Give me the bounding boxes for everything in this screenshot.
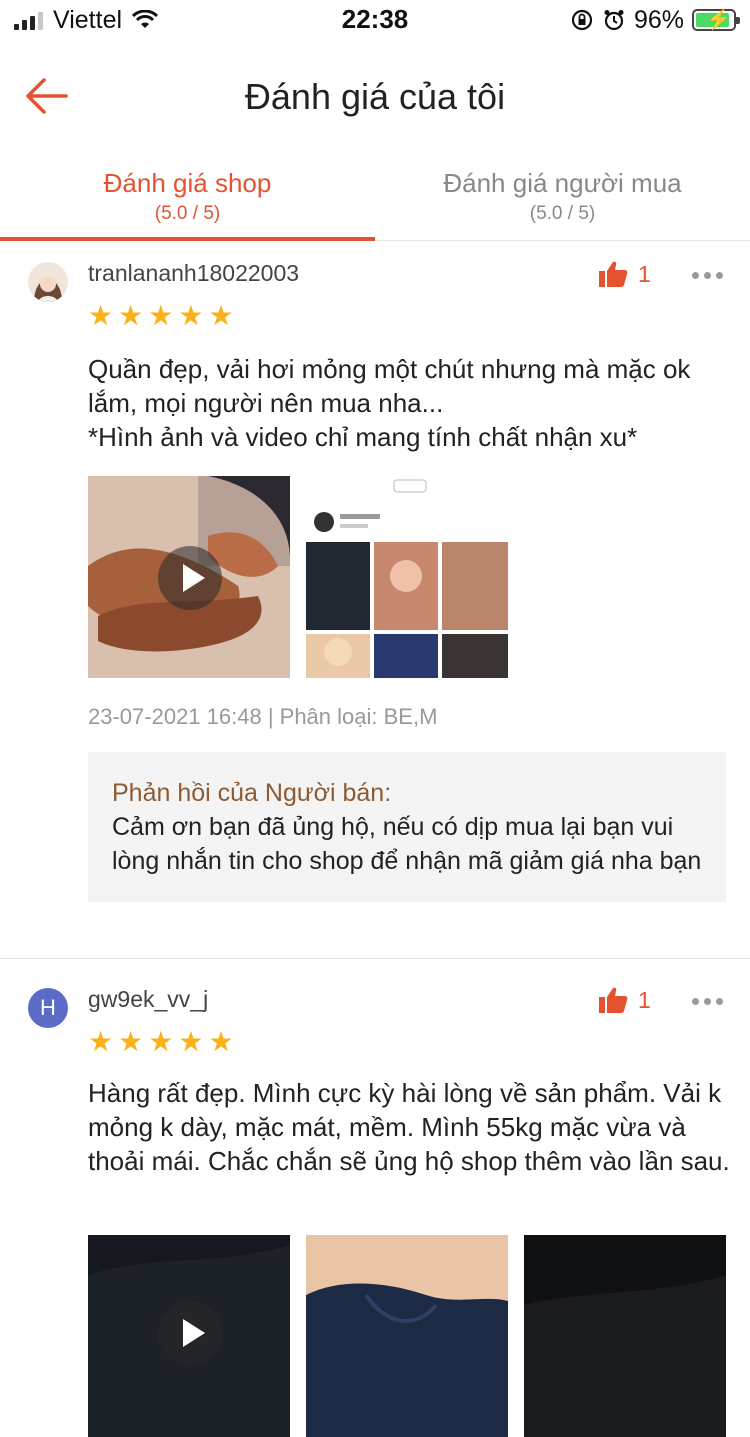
tab-rating: (5.0 / 5) [154, 203, 221, 224]
tab-label: Đánh giá người mua [443, 168, 682, 198]
review-image-thumbnail[interactable] [524, 1235, 726, 1437]
battery-icon: ⚡ [692, 9, 740, 31]
more-options-icon[interactable] [692, 272, 723, 279]
review-media [88, 476, 508, 678]
rotation-lock-icon [571, 9, 593, 31]
star-icon: ★ [178, 1026, 204, 1057]
alarm-icon [604, 10, 624, 31]
avatar[interactable] [28, 262, 68, 302]
page-title: Đánh giá của tôi [244, 76, 506, 117]
star-icon: ★ [178, 300, 204, 331]
star-icon: ★ [148, 300, 174, 331]
active-tab-indicator [0, 237, 375, 241]
star-rating: ★ ★ ★ ★ ★ [88, 302, 234, 330]
navigation-bar: Đánh giá của tôi [0, 40, 750, 150]
review-video-thumbnail[interactable] [88, 476, 290, 678]
star-icon: ★ [208, 1026, 234, 1057]
like-count: 1 [638, 260, 651, 287]
review-image-thumbnail[interactable] [306, 1235, 508, 1437]
review-text: *Hình ảnh và video chỉ mang tính chất nh… [88, 422, 638, 452]
star-icon: ★ [88, 300, 114, 331]
star-icon: ★ [118, 300, 144, 331]
reviewer-username: tranlananh18022003 [88, 260, 300, 286]
review-image-thumbnail[interactable] [306, 476, 508, 678]
tab-bar: Đánh giá shop (5.0 / 5) Đánh giá người m… [0, 150, 750, 241]
play-icon [158, 1301, 222, 1365]
review-meta: 23-07-2021 16:48 | Phân loại: BE,M [88, 704, 438, 729]
tab-buyer-reviews[interactable]: Đánh giá người mua (5.0 / 5) [375, 150, 750, 240]
status-bar: Viettel 22:38 96% ⚡ [0, 0, 750, 40]
more-options-icon[interactable] [692, 998, 723, 1005]
like-button[interactable]: 1 [598, 986, 651, 1014]
review-content: Quần đẹp, vải hơi mỏng một chút nhưng mà… [88, 352, 733, 454]
thumbs-up-icon [599, 261, 628, 287]
avatar[interactable]: H [28, 988, 68, 1028]
seller-reply-title: Phản hồi của Người bán: [112, 779, 392, 807]
star-icon: ★ [208, 300, 234, 331]
battery-percent: 96% [633, 5, 684, 34]
tab-label: Đánh giá shop [103, 168, 272, 198]
review-content: Hàng rất đẹp. Mình cực kỳ hài lòng về sả… [88, 1076, 733, 1178]
tab-shop-reviews[interactable]: Đánh giá shop (5.0 / 5) [0, 150, 375, 240]
reviewer-username: gw9ek_vv_j [88, 986, 209, 1012]
thumbs-up-icon [599, 987, 628, 1013]
tab-rating: (5.0 / 5) [529, 203, 596, 224]
star-rating: ★ ★ ★ ★ ★ [88, 1028, 234, 1056]
star-icon: ★ [118, 1026, 144, 1057]
review-divider [0, 958, 750, 959]
like-count: 1 [638, 986, 651, 1013]
review-video-thumbnail[interactable] [88, 1235, 290, 1437]
play-icon [158, 546, 222, 610]
star-icon: ★ [148, 1026, 174, 1057]
status-right: 96% ⚡ [570, 5, 740, 34]
star-icon: ★ [88, 1026, 114, 1057]
seller-reply-text: Cảm ơn bạn đã ủng hộ, nếu có dịp mua lại… [112, 813, 702, 875]
review-media [88, 1235, 726, 1437]
review-text: Quần đẹp, vải hơi mỏng một chút nhưng mà… [88, 354, 691, 418]
seller-reply: Phản hồi của Người bán: Cảm ơn bạn đã ủn… [88, 752, 726, 902]
like-button[interactable]: 1 [598, 260, 651, 288]
review-text: Hàng rất đẹp. Mình cực kỳ hài lòng về sả… [88, 1078, 730, 1176]
